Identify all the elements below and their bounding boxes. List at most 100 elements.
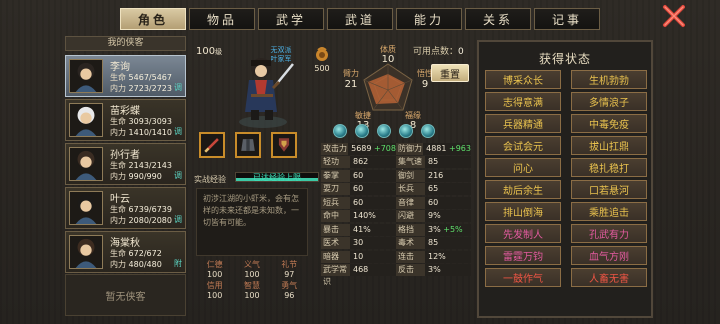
avatar <box>69 59 103 93</box>
virtue-label: 智慧 <box>243 281 260 290</box>
attr-value-wis: 9 <box>422 79 428 90</box>
companion-list-header: 我的侠客 <box>65 36 186 51</box>
companion-name: 孙行者 <box>110 150 140 161</box>
exp-text: 已达经验上限 <box>253 173 301 182</box>
stat-cell: 武学常识 468 <box>321 264 396 286</box>
status-panel: 获得状态 博采众长 生机勃勃 志得意满 多情浪子 兵器精通 中毒免疫 会试会元 拔山扛鼎 问心稳… <box>477 40 653 318</box>
companion-card[interactable]: 孙行者 生命 2143/2143 内力 990/990 调 <box>65 143 186 185</box>
stat-label: 御剑 <box>396 169 425 182</box>
status-grid: 博采众长 生机勃勃 志得意满 多情浪子 兵器精通 中毒免疫 会试会元 拔山扛鼎 问心 稳扎稳打 劫后… <box>485 70 647 287</box>
gem-slot[interactable] <box>377 124 391 138</box>
stat-cell: 防御力 4881 +963 <box>396 142 471 156</box>
tab-2[interactable]: 武学 <box>258 8 324 30</box>
tab-0[interactable]: 角色 <box>120 8 186 30</box>
virtue-value: 96 <box>284 291 295 300</box>
exp-bar: 已达经验上限 <box>235 172 319 182</box>
stat-value: 85 <box>425 156 471 169</box>
companion-tag[interactable]: 调 <box>174 170 182 181</box>
hero-portrait <box>227 50 299 130</box>
companion-tag[interactable]: 附 <box>174 258 182 269</box>
tab-6[interactable]: 记事 <box>534 8 600 30</box>
virtue-grid: 仁德 100 义气 100 礼节 97 信用 100 智慧 100 勇气 96 <box>196 260 308 301</box>
status-item[interactable]: 兵器精通 <box>485 114 561 133</box>
virtue-value: 97 <box>284 270 295 279</box>
companion-tag[interactable]: 调 <box>174 126 182 137</box>
armor-slot[interactable] <box>235 132 261 158</box>
stat-value: 216 <box>425 169 471 182</box>
companion-name: 海棠秋 <box>110 238 140 249</box>
companion-card[interactable]: 叶云 生命 6739/6739 内力 2080/2080 调 <box>65 187 186 229</box>
status-item[interactable]: 雷霆万钧 <box>485 246 561 265</box>
stat-label: 攻击力 <box>321 142 349 155</box>
status-item[interactable]: 博采众长 <box>485 70 561 89</box>
tab-3[interactable]: 武道 <box>327 8 393 30</box>
stat-cell: 格挡 3% +5% <box>396 223 471 237</box>
avatar <box>69 235 103 269</box>
companion-card[interactable]: 李询 生命 5467/5467 内力 2723/2723 调 <box>65 55 186 97</box>
status-item[interactable]: 中毒免疫 <box>571 114 647 133</box>
character-panel: 100级 无双派 叶家军 500 体质 10 悟性 9 臂力 21 福缘 8 敏… <box>191 36 473 318</box>
attr-label-con: 体质 <box>380 44 396 54</box>
stat-value: 60 <box>350 169 396 182</box>
stat-value: 862 <box>350 156 396 169</box>
gem-slot[interactable] <box>333 124 347 138</box>
companion-card[interactable]: 海棠秋 生命 672/672 内力 480/480 附 <box>65 231 186 273</box>
stat-value: 85 <box>425 237 471 250</box>
stat-cell: 攻击力 5689 +708 <box>321 142 396 156</box>
accessory-slot[interactable] <box>271 132 297 158</box>
virtue-value: 100 <box>207 270 223 279</box>
virtue-cell: 义气 100 <box>233 260 270 280</box>
companion-tag[interactable]: 调 <box>174 82 182 93</box>
tab-1[interactable]: 物品 <box>189 8 255 30</box>
stat-cell: 御剑 216 <box>396 169 471 183</box>
status-item[interactable]: 拔山扛鼎 <box>571 136 647 155</box>
tab-4[interactable]: 能力 <box>396 8 462 30</box>
status-item[interactable]: 一鼓作气 <box>485 268 561 287</box>
status-item[interactable]: 口若悬河 <box>571 180 647 199</box>
stat-label: 反击 <box>396 264 425 277</box>
sword-icon <box>204 138 219 153</box>
status-item[interactable]: 血气方刚 <box>571 246 647 265</box>
tab-5[interactable]: 关系 <box>465 8 531 30</box>
status-item[interactable]: 孔武有力 <box>571 224 647 243</box>
status-item[interactable]: 生机勃勃 <box>571 70 647 89</box>
stat-label: 格挡 <box>396 223 425 236</box>
weapon-slot[interactable] <box>199 132 225 158</box>
status-item[interactable]: 问心 <box>485 158 561 177</box>
close-icon[interactable] <box>662 4 686 28</box>
stat-label: 医术 <box>321 237 350 250</box>
companion-tag[interactable]: 调 <box>174 214 182 225</box>
status-item[interactable]: 先发制人 <box>485 224 561 243</box>
status-item[interactable]: 多情浪子 <box>571 92 647 111</box>
companion-mp: 内力 480/480 <box>110 260 162 269</box>
avatar <box>69 103 103 137</box>
status-item[interactable]: 乘胜追击 <box>571 202 647 221</box>
companion-card[interactable]: 苗彩蝶 生命 3093/3093 内力 1410/1410 调 <box>65 99 186 141</box>
gem-slot[interactable] <box>355 124 369 138</box>
status-item[interactable]: 人畜无害 <box>571 268 647 287</box>
stat-label: 闪避 <box>396 210 425 223</box>
stat-cell: 音律 60 <box>396 196 471 210</box>
status-item[interactable]: 志得意满 <box>485 92 561 111</box>
status-item[interactable]: 会试会元 <box>485 136 561 155</box>
status-item[interactable]: 劫后余生 <box>485 180 561 199</box>
coin-icon <box>314 46 330 62</box>
virtue-value: 100 <box>207 291 223 300</box>
virtue-cell: 仁德 100 <box>196 260 233 280</box>
virtue-cell: 礼节 97 <box>271 260 308 280</box>
status-item[interactable]: 稳扎稳打 <box>571 158 647 177</box>
stat-value: 9% <box>425 210 471 223</box>
reset-button[interactable]: 重置 <box>431 64 469 82</box>
companion-mp: 内力 2080/2080 <box>110 216 172 225</box>
companion-hp: 生命 3093/3093 <box>110 117 172 126</box>
status-item[interactable]: 排山倒海 <box>485 202 561 221</box>
gem-slot[interactable] <box>421 124 435 138</box>
stat-cell: 连击 12% <box>396 250 471 264</box>
stat-label: 毒术 <box>396 237 425 250</box>
empty-companion-slot[interactable]: 暂无侠客 <box>65 274 186 316</box>
gem-slot[interactable] <box>399 124 413 138</box>
money-value: 500 <box>314 64 330 73</box>
available-points: 可用点数：0 <box>413 47 464 57</box>
virtue-label: 礼节 <box>281 260 298 269</box>
stat-label: 拳掌 <box>321 169 350 182</box>
